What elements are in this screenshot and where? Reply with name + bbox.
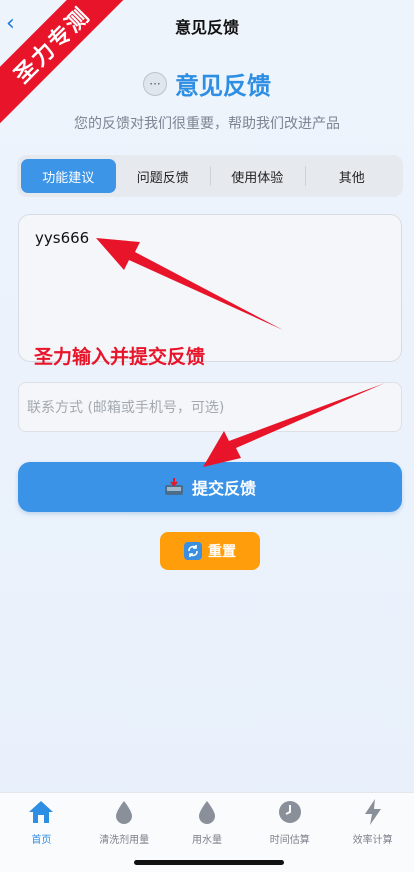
header-row: ··· 意见反馈 — [0, 66, 414, 101]
contact-field[interactable]: 联系方式 (邮箱或手机号，可选) — [18, 382, 402, 432]
home-indicator — [134, 860, 284, 865]
tabbar-label: 用水量 — [191, 835, 222, 846]
tab-issue-report[interactable]: 问题反馈 — [116, 159, 211, 193]
refresh-icon — [184, 542, 202, 560]
tab-user-experience[interactable]: 使用体验 — [210, 159, 305, 193]
tabbar-label: 首页 — [31, 835, 52, 846]
tab-other[interactable]: 其他 — [304, 159, 400, 193]
submit-label: 提交反馈 — [191, 479, 256, 498]
droplet-icon — [111, 799, 137, 825]
tabbar-item-efficiency[interactable]: 效率计算 — [331, 793, 414, 872]
chat-bubble-icon: ··· — [143, 71, 167, 96]
header-title: 意见反馈 — [175, 72, 271, 100]
page-title: 意见反馈 — [174, 18, 239, 37]
submit-feedback-button[interactable]: 提交反馈 — [18, 462, 402, 512]
tabbar-label: 时间估算 — [269, 835, 310, 846]
feedback-header: ··· 意见反馈 您的反馈对我们很重要，帮助我们改进产品 — [0, 66, 414, 133]
reset-button[interactable]: 重置 — [160, 532, 260, 570]
feedback-type-tabs: 功能建议 问题反馈 使用体验 其他 — [17, 155, 403, 197]
reset-label: 重置 — [208, 544, 236, 560]
tabbar-label: 清洗剂用量 — [99, 835, 150, 846]
home-icon — [28, 799, 54, 825]
tab-feature-suggestion[interactable]: 功能建议 — [21, 159, 116, 193]
droplet-icon — [194, 799, 220, 825]
header-subtitle: 您的反馈对我们很重要，帮助我们改进产品 — [74, 116, 340, 132]
feedback-textarea[interactable]: yys666 — [18, 214, 402, 362]
inbox-tray-icon — [164, 478, 184, 496]
tabbar-item-home[interactable]: 首页 — [0, 793, 83, 872]
tabbar-label: 效率计算 — [352, 835, 393, 846]
annotation-text: 圣力输入并提交反馈 — [34, 346, 206, 368]
clock-icon — [277, 799, 303, 825]
lightning-icon — [360, 799, 386, 825]
